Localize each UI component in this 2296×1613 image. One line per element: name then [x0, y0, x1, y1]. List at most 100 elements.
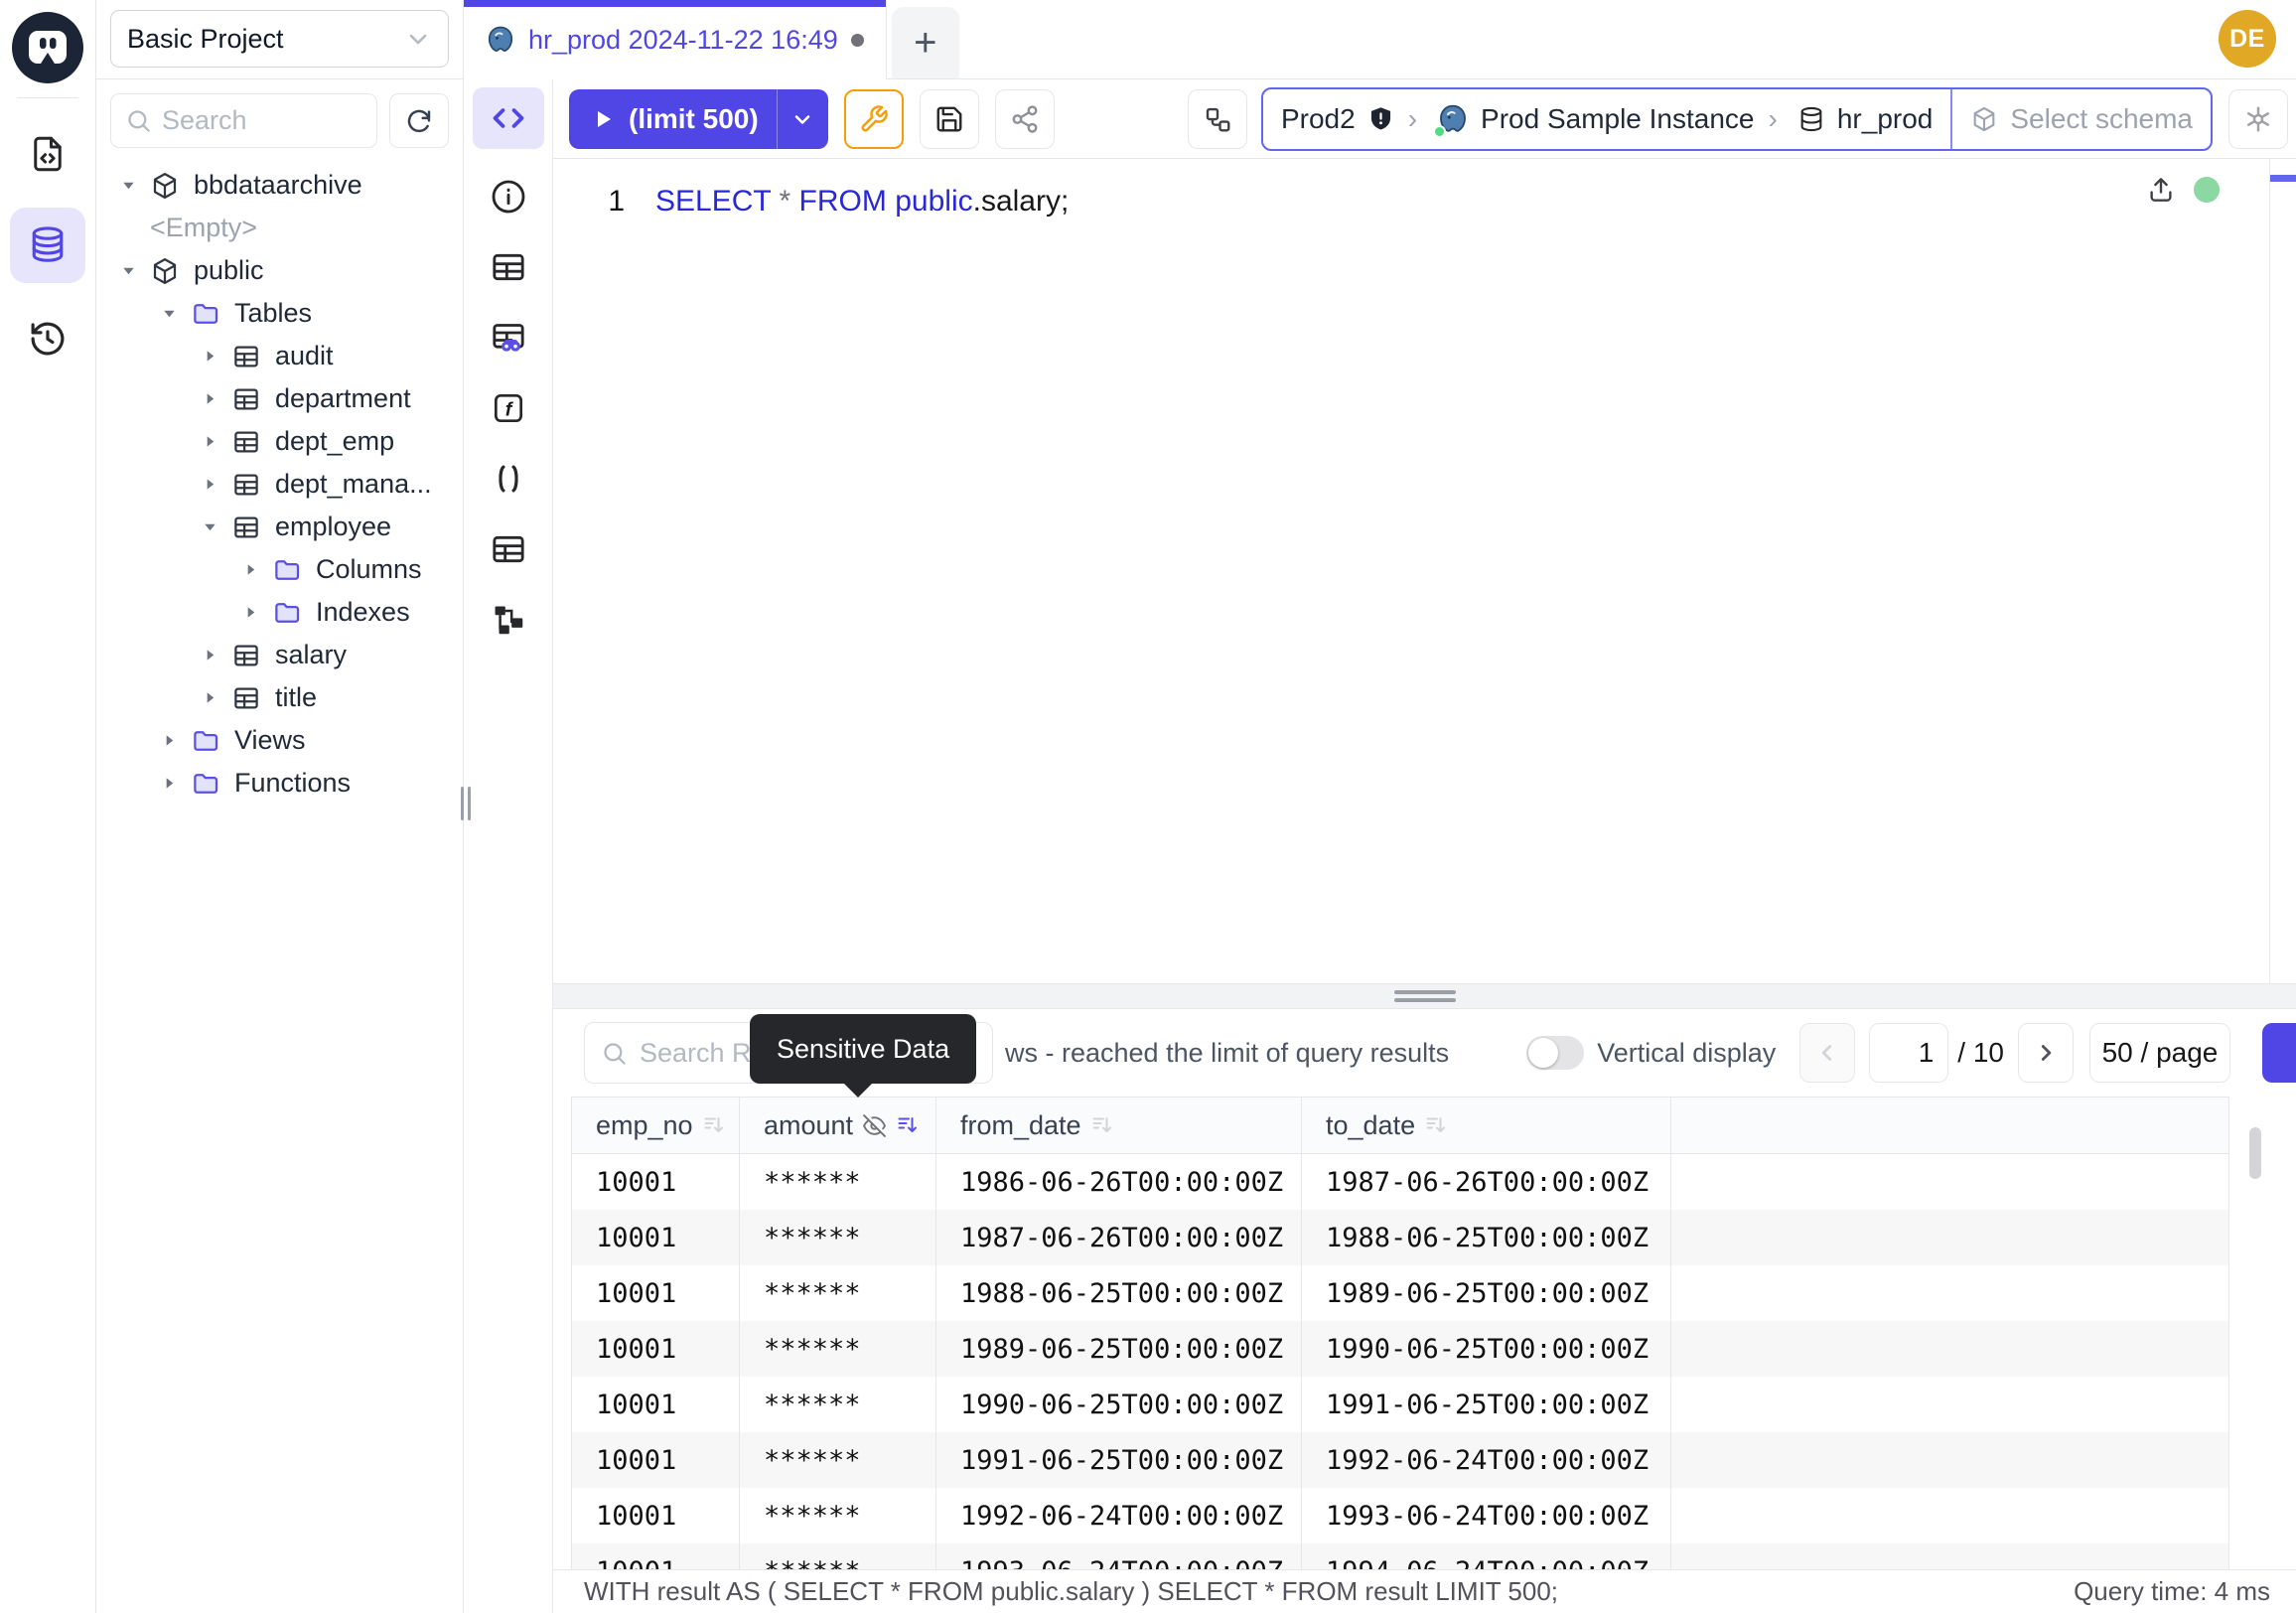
breadcrumb-instance[interactable]: Prod Sample Instance › — [1437, 89, 1797, 149]
cell-to_date[interactable]: 1993-06-24T00:00:00Z — [1302, 1488, 1671, 1543]
table-row[interactable]: 10001******1990-06-25T00:00:00Z1991-06-2… — [571, 1377, 2229, 1432]
tree-item-department[interactable]: department — [96, 377, 463, 420]
cell-emp_no[interactable]: 10001 — [571, 1321, 740, 1377]
sql-editor[interactable]: 1 SELECT * FROM public.salary; — [553, 159, 2296, 983]
database-nav-button[interactable] — [10, 208, 85, 283]
refresh-schema-button[interactable] — [389, 93, 449, 148]
tree-caret-down-icon[interactable] — [202, 519, 217, 534]
tree-item-functions[interactable]: Functions — [96, 762, 463, 805]
ai-assistant-button[interactable] — [2228, 89, 2288, 149]
column-header-to_date[interactable]: to_date — [1302, 1098, 1671, 1153]
table-row[interactable]: 10001******1988-06-25T00:00:00Z1989-06-2… — [571, 1265, 2229, 1321]
cell-to_date[interactable]: 1987-06-26T00:00:00Z — [1302, 1154, 1671, 1210]
tree-caret-right-icon[interactable] — [202, 391, 217, 406]
tree-item-tables[interactable]: Tables — [96, 292, 463, 335]
run-options-caret[interactable] — [777, 89, 828, 149]
cell-emp_no[interactable]: 10001 — [571, 1543, 740, 1569]
table-row[interactable]: 10001******1986-06-26T00:00:00Z1987-06-2… — [571, 1154, 2229, 1210]
prev-page-button[interactable] — [1799, 1023, 1855, 1083]
cell-to_date[interactable]: 1989-06-25T00:00:00Z — [1302, 1265, 1671, 1321]
page-size-select[interactable]: 50 / page — [2089, 1023, 2230, 1083]
schema-diagram-button[interactable] — [1188, 89, 1247, 149]
tree-caret-down-icon[interactable] — [161, 306, 177, 321]
history-nav-button[interactable] — [10, 301, 85, 376]
cell-amount[interactable]: ****** — [740, 1321, 936, 1377]
export-button[interactable] — [2262, 1023, 2296, 1083]
vertical-display-toggle[interactable] — [1526, 1036, 1584, 1070]
cell-amount[interactable]: ****** — [740, 1432, 936, 1488]
new-tab-button[interactable]: + — [892, 7, 959, 78]
share-button[interactable] — [995, 89, 1055, 149]
tree-caret-right-icon[interactable] — [161, 733, 177, 748]
worksheet-nav-button[interactable] — [10, 116, 85, 192]
schema-selector[interactable]: Select schema — [1950, 89, 2211, 149]
cell-to_date[interactable]: 1994-06-24T00:00:00Z — [1302, 1543, 1671, 1569]
sidebar-search-input[interactable] — [162, 105, 362, 136]
cell-from_date[interactable]: 1991-06-25T00:00:00Z — [936, 1432, 1302, 1488]
tree-item-dept-emp[interactable]: dept_emp — [96, 420, 463, 463]
cell-to_date[interactable]: 1992-06-24T00:00:00Z — [1302, 1432, 1671, 1488]
page-number-input[interactable] — [1869, 1023, 1948, 1083]
tree-caret-right-icon[interactable] — [242, 605, 258, 620]
cell-emp_no[interactable]: 10001 — [571, 1210, 740, 1265]
upload-sheet-button[interactable] — [2146, 175, 2176, 205]
cell-to_date[interactable]: 1990-06-25T00:00:00Z — [1302, 1321, 1671, 1377]
cell-emp_no[interactable]: 10001 — [571, 1488, 740, 1543]
cell-emp_no[interactable]: 10001 — [571, 1377, 740, 1432]
tables-panel-button[interactable] — [486, 244, 531, 290]
tree-item-columns[interactable]: Columns — [96, 548, 463, 591]
tree-caret-right-icon[interactable] — [202, 349, 217, 364]
sensitive-data-panel-button[interactable] — [486, 315, 531, 361]
avatar[interactable]: DE — [2219, 10, 2276, 68]
tree-caret-right-icon[interactable] — [202, 648, 217, 662]
tree-caret-right-icon[interactable] — [202, 477, 217, 492]
cell-amount[interactable]: ****** — [740, 1210, 936, 1265]
project-selector[interactable]: Basic Project — [110, 10, 449, 68]
functions-panel-button[interactable]: f — [486, 385, 531, 431]
procedures-panel-button[interactable] — [486, 456, 531, 502]
tree-caret-right-icon[interactable] — [202, 434, 217, 449]
tree-item-bbdataarchive[interactable]: bbdataarchive — [96, 164, 463, 207]
grid-scrollbar-thumb[interactable] — [2249, 1127, 2261, 1179]
column-header-from_date[interactable]: from_date — [936, 1098, 1302, 1153]
admin-mode-button[interactable] — [844, 89, 904, 149]
cell-from_date[interactable]: 1986-06-26T00:00:00Z — [936, 1154, 1302, 1210]
panel-resize-handle[interactable] — [553, 983, 2296, 1009]
tab-hr-prod[interactable]: hr_prod 2024-11-22 16:49 — [464, 0, 887, 79]
cell-to_date[interactable]: 1991-06-25T00:00:00Z — [1302, 1377, 1671, 1432]
tree-item-title[interactable]: title — [96, 676, 463, 719]
tree-caret-right-icon[interactable] — [161, 776, 177, 791]
run-query-button[interactable]: (limit 500) — [569, 89, 828, 149]
breadcrumb-database[interactable]: hr_prod — [1797, 89, 1951, 149]
tree-item-salary[interactable]: salary — [96, 634, 463, 676]
tree-item-employee[interactable]: employee — [96, 506, 463, 548]
tree-caret-down-icon[interactable] — [120, 263, 136, 278]
sort-icon[interactable] — [1424, 1113, 1448, 1137]
tree-item-indexes[interactable]: Indexes — [96, 591, 463, 634]
tree-item-views[interactable]: Views — [96, 719, 463, 762]
tree-item--empty-[interactable]: <Empty> — [96, 207, 463, 249]
cell-to_date[interactable]: 1988-06-25T00:00:00Z — [1302, 1210, 1671, 1265]
editor-overview-ruler[interactable] — [2269, 159, 2296, 983]
table-row[interactable]: 10001******1992-06-24T00:00:00Z1993-06-2… — [571, 1488, 2229, 1543]
tree-item-public[interactable]: public — [96, 249, 463, 292]
eye-off-icon[interactable] — [862, 1113, 887, 1138]
info-button[interactable] — [486, 174, 531, 220]
cell-emp_no[interactable]: 10001 — [571, 1432, 740, 1488]
cell-amount[interactable]: ****** — [740, 1377, 936, 1432]
cell-from_date[interactable]: 1993-06-24T00:00:00Z — [936, 1543, 1302, 1569]
sort-active-icon[interactable] — [896, 1113, 920, 1137]
sort-icon[interactable] — [1090, 1113, 1114, 1137]
cell-emp_no[interactable]: 10001 — [571, 1265, 740, 1321]
save-sheet-button[interactable] — [920, 89, 979, 149]
breadcrumb-environment[interactable]: Prod2 › — [1263, 89, 1437, 149]
column-header-amount[interactable]: amount — [740, 1098, 936, 1153]
cell-amount[interactable]: ****** — [740, 1488, 936, 1543]
cell-from_date[interactable]: 1992-06-24T00:00:00Z — [936, 1488, 1302, 1543]
table-row[interactable]: 10001******1991-06-25T00:00:00Z1992-06-2… — [571, 1432, 2229, 1488]
column-header-emp_no[interactable]: emp_no — [571, 1098, 740, 1153]
cell-from_date[interactable]: 1990-06-25T00:00:00Z — [936, 1377, 1302, 1432]
tree-caret-right-icon[interactable] — [242, 562, 258, 577]
cell-amount[interactable]: ****** — [740, 1154, 936, 1210]
cell-from_date[interactable]: 1987-06-26T00:00:00Z — [936, 1210, 1302, 1265]
